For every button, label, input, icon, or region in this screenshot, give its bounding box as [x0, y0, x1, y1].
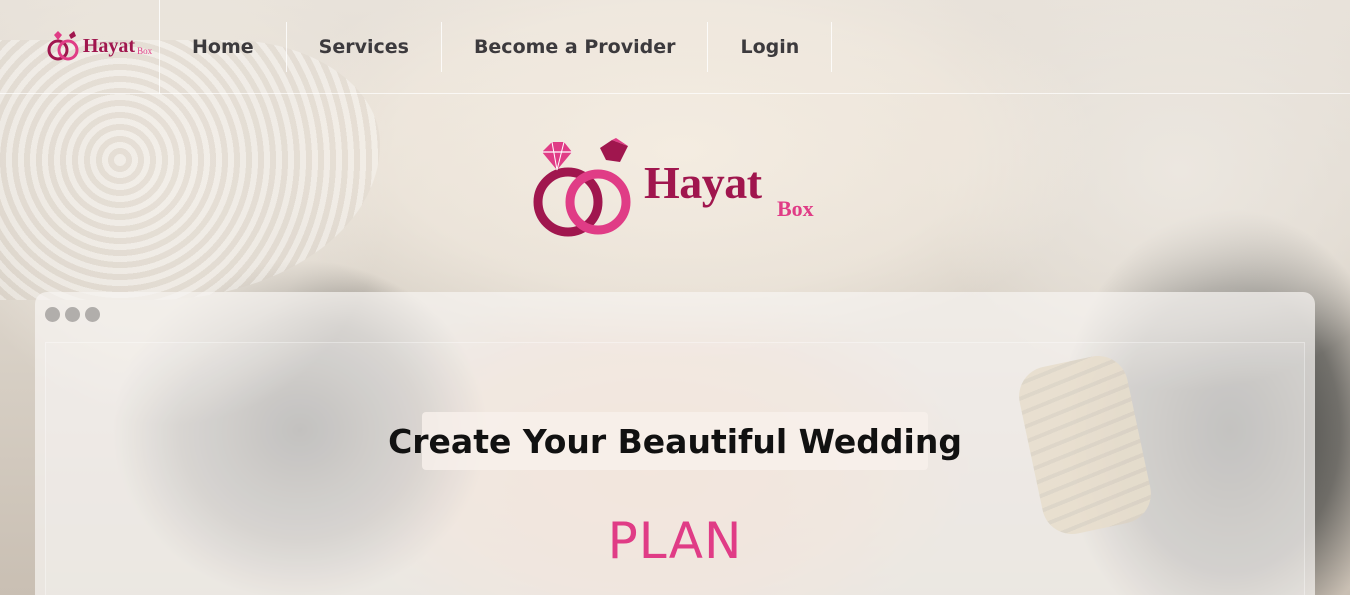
window-dot-icon	[45, 307, 60, 322]
wedding-rings-diamond-icon	[533, 138, 631, 237]
nav-item-login[interactable]: Login	[708, 21, 833, 72]
hero-logo-brand-text: Hayat	[644, 157, 762, 208]
hero-logo: Hayat Box	[532, 138, 832, 240]
nav-logo-brand-suffix: Box	[137, 45, 153, 56]
nav-logo-brand-text: Hayat	[82, 35, 136, 57]
nav-item-become-provider[interactable]: Become a Provider	[442, 21, 709, 72]
hero-logo-brand-suffix: Box	[777, 196, 814, 221]
wedding-rings-icon	[47, 30, 79, 60]
hero-headline: Create Your Beautiful Wedding	[388, 421, 962, 461]
window-dot-icon	[85, 307, 100, 322]
nav-item-home[interactable]: Home	[160, 21, 287, 72]
nav-logo-link[interactable]: Hayat Box	[40, 0, 160, 94]
window-dots	[45, 307, 100, 322]
top-navbar: Hayat Box Home Services Become a Provide…	[0, 0, 1350, 94]
hero-rotating-word: PLAN	[607, 512, 743, 570]
window-dot-icon	[65, 307, 80, 322]
nav-item-services[interactable]: Services	[287, 21, 442, 72]
hero-headline-box: Create Your Beautiful Wedding	[388, 412, 962, 470]
